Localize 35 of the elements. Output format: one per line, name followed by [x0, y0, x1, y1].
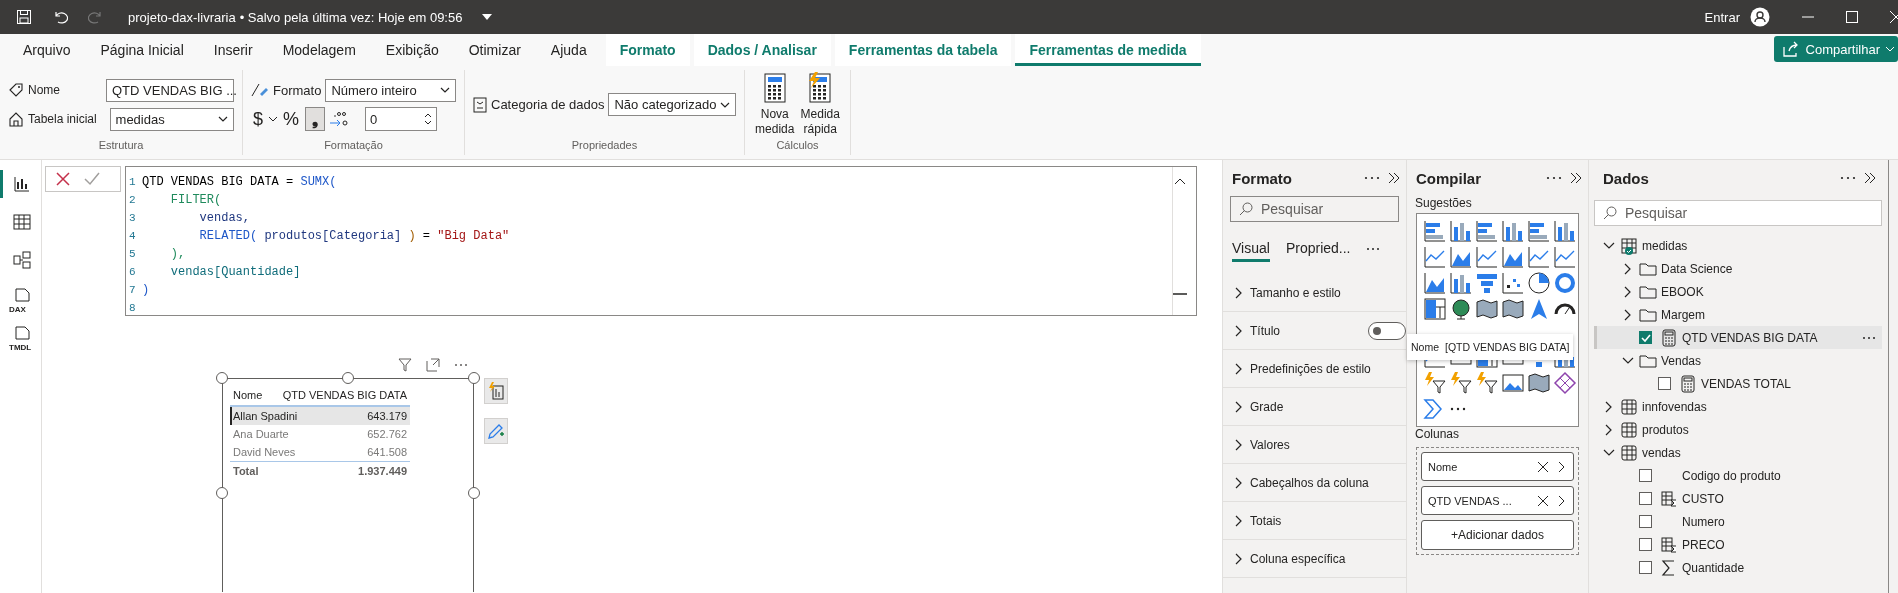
- tooltip: Nome [QTD VENDAS BIG DATA]: [1407, 334, 1574, 360]
- code-line: vendas[Quantidade]: [169, 265, 301, 279]
- pane-title: Dados: [1603, 169, 1650, 187]
- code-line: RELATED( produtos[Categoria] ) = "Big Data": [198, 229, 510, 243]
- code-line: ): [142, 283, 150, 297]
- line-number: 1: [128, 176, 137, 188]
- code-line: vendas,: [198, 211, 251, 225]
- column-header: QTD VENDAS BIG DATA: [282, 389, 408, 401]
- field-label: Formato: [273, 82, 322, 98]
- pane-title: Compilar: [1416, 169, 1482, 187]
- line-number: 8: [128, 302, 137, 314]
- column-header: Nome: [232, 389, 263, 401]
- line-number: 6: [128, 266, 137, 278]
- field-label: Tabela inicial: [28, 112, 98, 126]
- code-line: ),: [169, 247, 186, 261]
- section-label: Colunas: [1414, 427, 1461, 443]
- section-label: Sugestões: [1414, 196, 1473, 212]
- line-number: 3: [128, 212, 137, 224]
- line-number: 4: [128, 230, 137, 242]
- line-number: 7: [128, 284, 137, 296]
- field-label: Categoria de dados: [491, 97, 605, 112]
- group-label: Formatação: [323, 139, 384, 153]
- group-label: Estrutura: [97, 139, 145, 153]
- group-label: Cálculos: [775, 139, 820, 153]
- line-number: 2: [128, 194, 137, 206]
- line-number: 5: [128, 248, 137, 260]
- code-line: FILTER(: [169, 193, 222, 207]
- pane-title: Formato: [1232, 169, 1293, 187]
- total-label: Total: [232, 464, 259, 477]
- field-label: Nome: [28, 83, 61, 97]
- document-title: projeto-dax-livraria: [128, 9, 236, 25]
- total-value: 1.937.449: [358, 464, 408, 477]
- group-label: Propriedades: [570, 139, 639, 153]
- save-status: • Salvo pela última vez: Hoje em 09:56: [239, 9, 463, 25]
- code-line: QTD VENDAS BIG DATA = SUMX(: [142, 175, 337, 189]
